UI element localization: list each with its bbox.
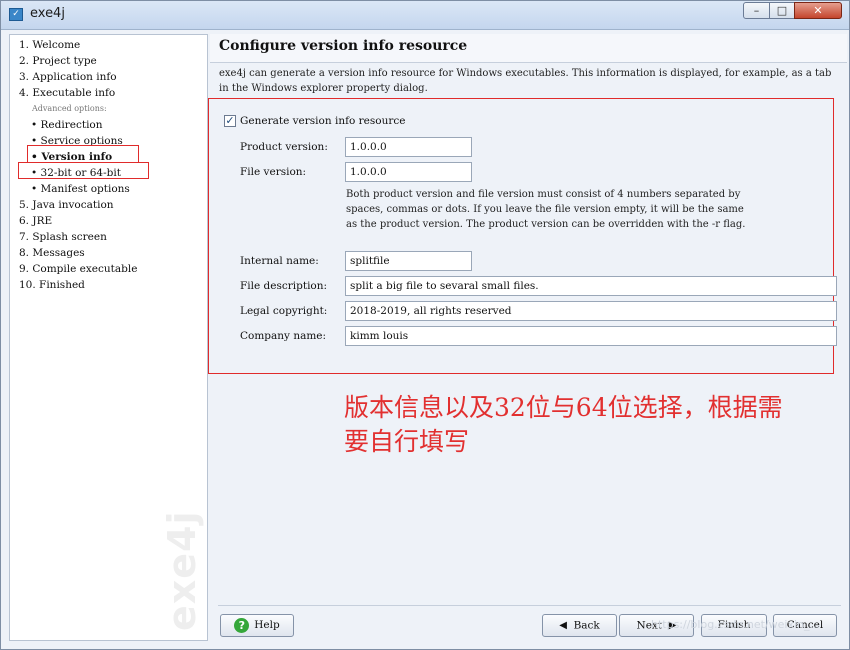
exe4j-app-icon: ✓ [9, 8, 23, 21]
legal-copyright-label: Legal copyright: [240, 305, 328, 317]
exe4j-watermark: exe4j [160, 510, 204, 631]
version-note-line: Both product version and file version mu… [346, 189, 741, 200]
page-title: Configure version info resource [219, 38, 468, 54]
back-button[interactable]: ◀ Back [542, 614, 617, 637]
title-bar[interactable]: ✓ exe4j – □ ✕ [1, 1, 849, 30]
nav-step-welcome[interactable]: 1. Welcome [19, 39, 80, 51]
file-version-label: File version: [240, 166, 307, 178]
file-description-label: File description: [240, 280, 328, 292]
minimize-icon[interactable]: – [743, 2, 770, 19]
help-button[interactable]: ? Help [220, 614, 294, 637]
nav-advanced-options-heading: Advanced options: [32, 104, 107, 113]
maximize-icon[interactable]: □ [769, 2, 795, 19]
page-header: Configure version info resource [210, 34, 847, 63]
annotation-line: 要自行填写 [344, 427, 470, 456]
nav-step-splash-screen[interactable]: 7. Splash screen [19, 231, 107, 243]
back-arrow-icon: ◀ [559, 620, 567, 631]
nav-step-executable-info[interactable]: 4. Executable info [19, 87, 115, 99]
highlight-box-32-64-bit [18, 162, 149, 179]
nav-step-messages[interactable]: 8. Messages [19, 247, 85, 259]
annotation-line: 版本信息以及32位与64位选择，根据需 [344, 393, 783, 422]
product-version-input[interactable]: 1.0.0.0 [345, 137, 472, 157]
file-description-input[interactable]: split a big file to sevaral small files. [345, 276, 837, 296]
nav-step-redirection[interactable]: • Redirection [31, 119, 103, 131]
company-name-input[interactable]: kimm louis [345, 326, 837, 346]
version-note-line: as the product version. The product vers… [346, 219, 746, 230]
internal-name-label: Internal name: [240, 255, 319, 267]
wizard-step-sidebar: exe4j 1. Welcome 2. Project type 3. Appl… [9, 34, 208, 641]
product-version-label: Product version: [240, 141, 328, 153]
company-name-label: Company name: [240, 330, 327, 342]
generate-version-info-label: Generate version info resource [240, 115, 406, 127]
legal-copyright-input[interactable]: 2018-2019, all rights reserved [345, 301, 837, 321]
nav-step-java-invocation[interactable]: 5. Java invocation [19, 199, 114, 211]
version-note-line: spaces, commas or dots. If you leave the… [346, 204, 744, 215]
button-bar-separator [218, 605, 841, 606]
blog-url-watermark: https://blog.csdn.net/weixin_... [651, 618, 821, 631]
nav-step-project-type[interactable]: 2. Project type [19, 55, 97, 67]
close-icon[interactable]: ✕ [794, 2, 842, 19]
internal-name-input[interactable]: splitfile [345, 251, 472, 271]
file-version-input[interactable]: 1.0.0.0 [345, 162, 472, 182]
generate-version-info-checkbox[interactable]: ✓ [224, 115, 236, 127]
nav-step-compile-executable[interactable]: 9. Compile executable [19, 263, 137, 275]
help-icon: ? [234, 617, 250, 633]
page-description: exe4j can generate a version info resour… [219, 68, 832, 94]
version-note: Both product version and file version mu… [346, 187, 745, 232]
back-button-label: Back [573, 619, 600, 632]
annotation-text: 版本信息以及32位与64位选择，根据需 要自行填写 [344, 391, 783, 459]
nav-step-jre[interactable]: 6. JRE [19, 215, 52, 227]
exe4j-window: ✓ exe4j – □ ✕ exe4j 1. Welcome 2. Projec… [0, 0, 850, 650]
window-title: exe4j [30, 6, 65, 21]
nav-step-manifest-options[interactable]: • Manifest options [31, 183, 130, 195]
highlight-box-version-info [27, 145, 139, 163]
help-button-label: Help [254, 619, 280, 631]
nav-step-finished[interactable]: 10. Finished [19, 279, 85, 291]
nav-step-application-info[interactable]: 3. Application info [19, 71, 117, 83]
